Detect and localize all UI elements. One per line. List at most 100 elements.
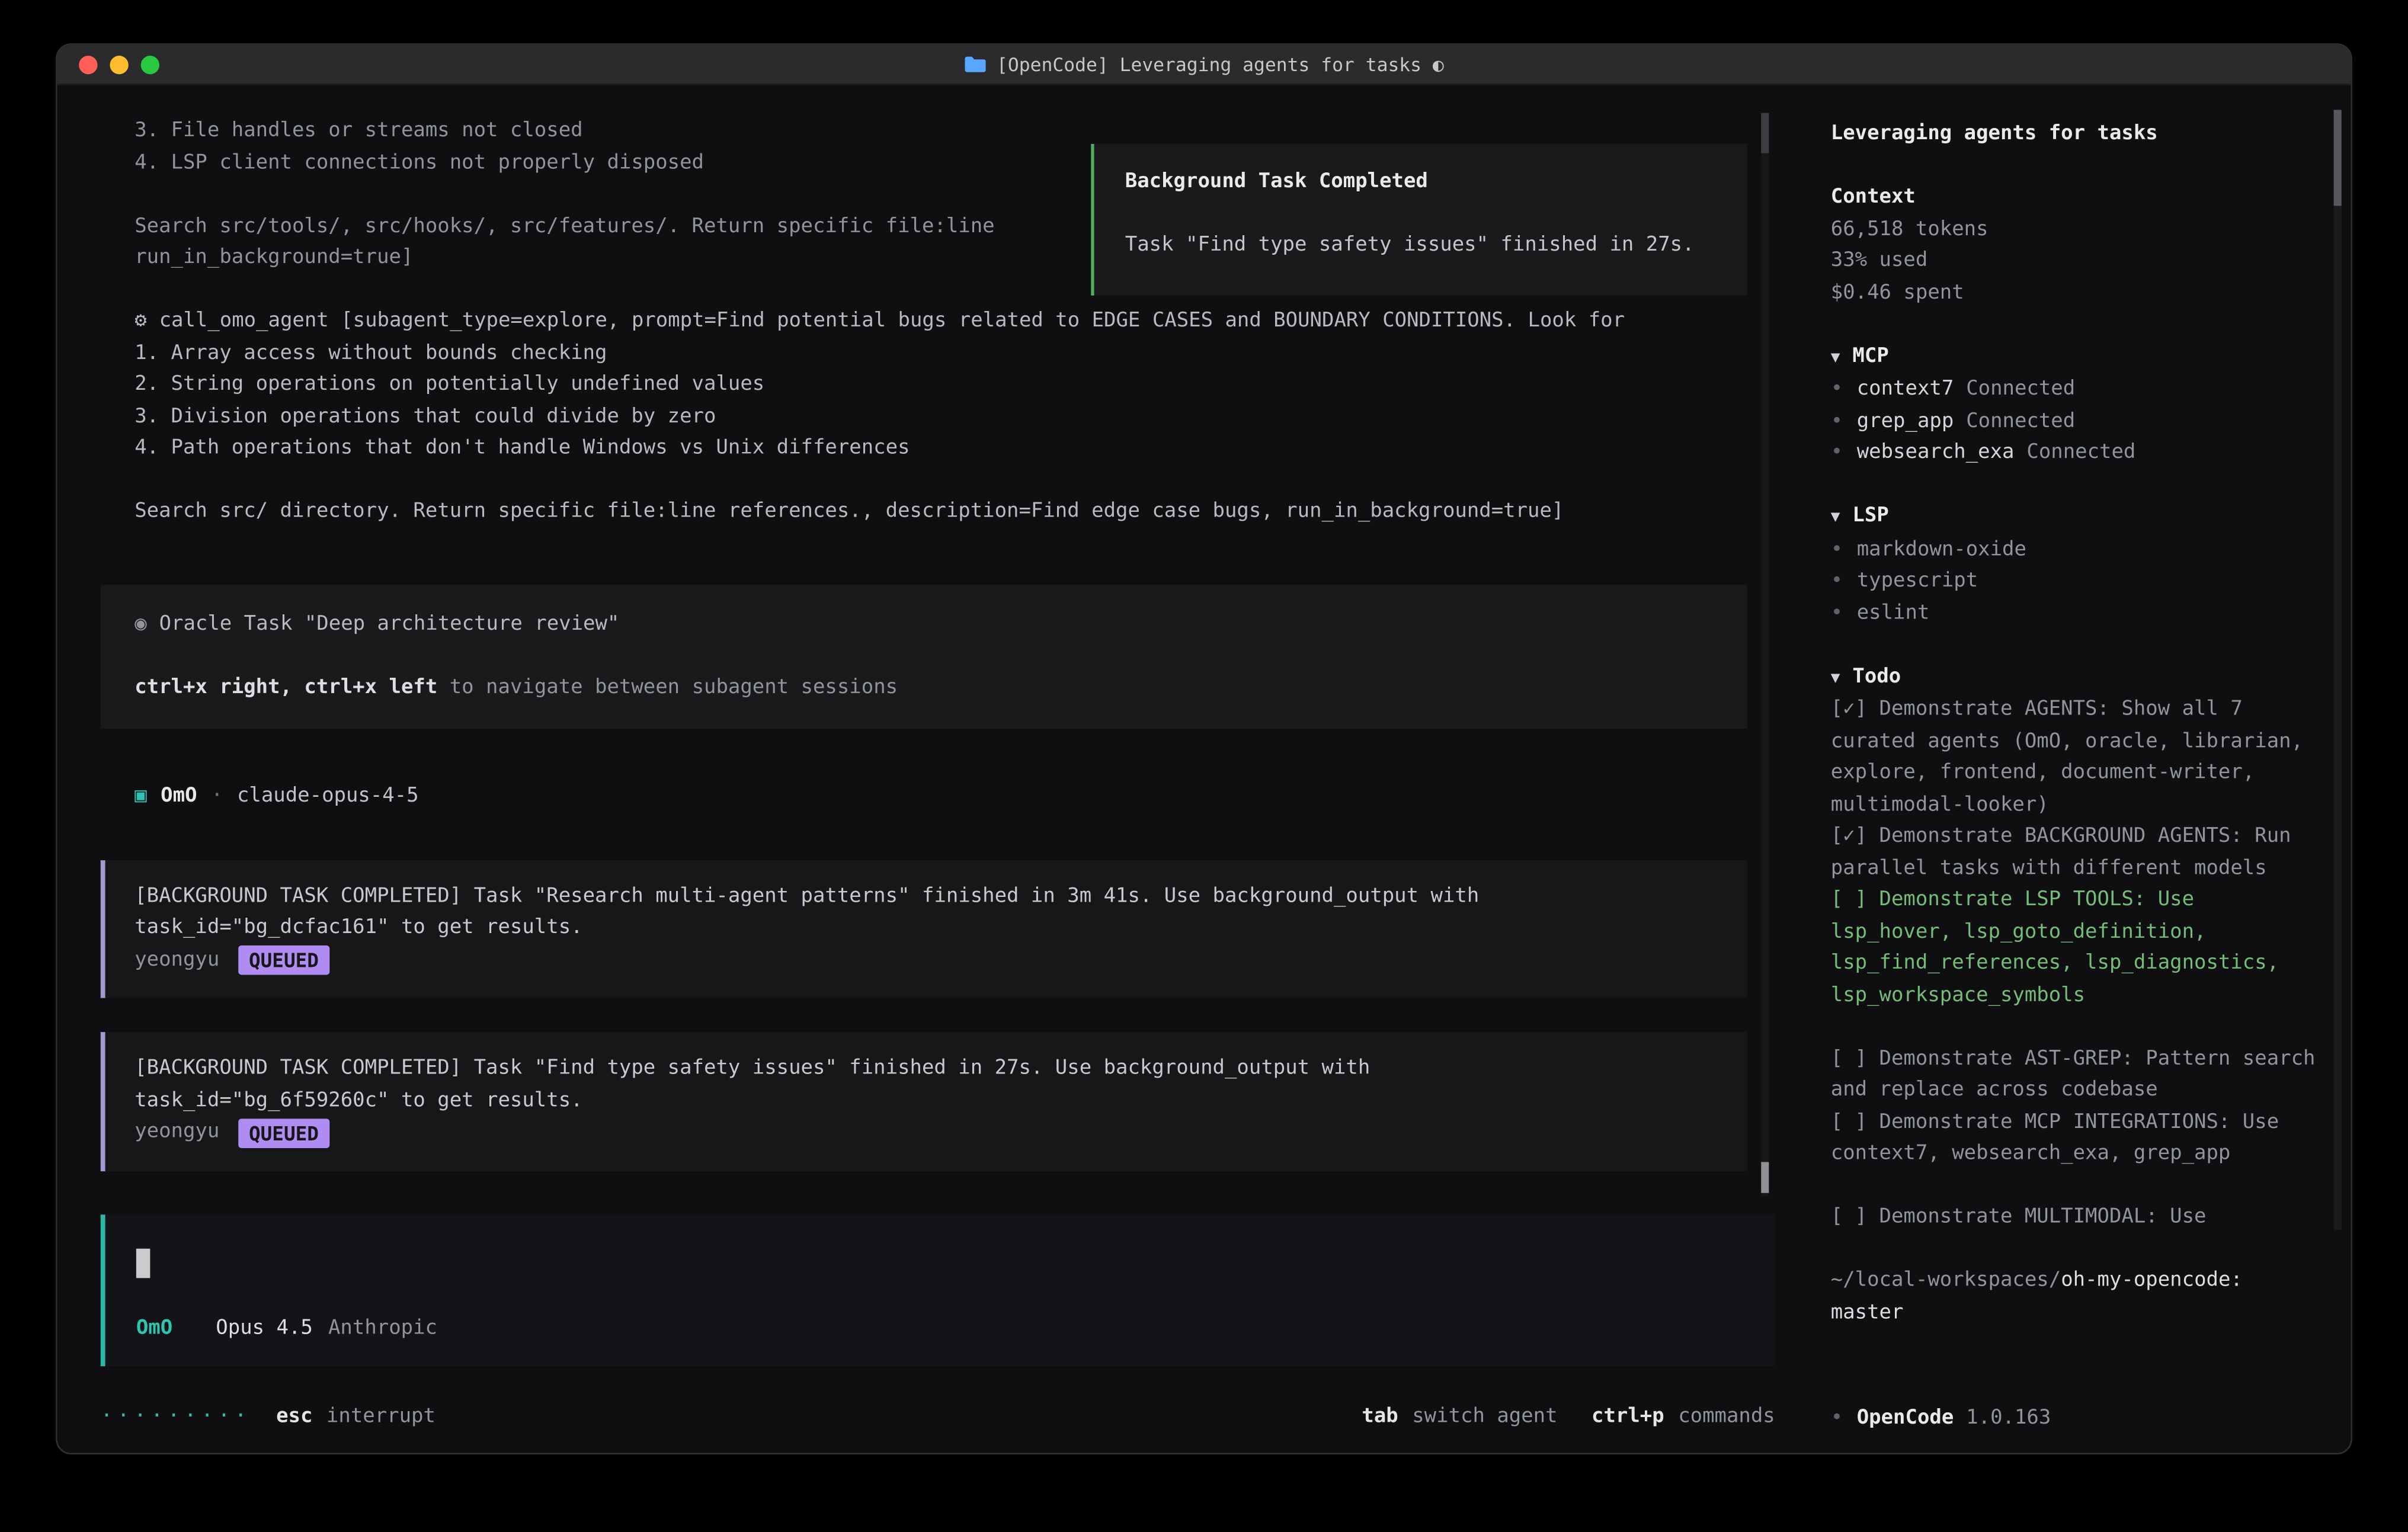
prompt-input[interactable]: OmO Opus 4.5 Anthropic bbox=[101, 1214, 1775, 1366]
todo-item: [ ] Demonstrate MCP INTEGRATIONS: Use co… bbox=[1831, 1107, 2320, 1171]
opencode-version: • OpenCode 1.0.163 bbox=[1831, 1403, 2051, 1435]
agent-checkbox-icon: ▣ bbox=[135, 781, 146, 813]
terminal-line: 3. File handles or streams not closed bbox=[101, 116, 1775, 148]
folder-icon bbox=[964, 56, 986, 73]
bullet-icon: • bbox=[1831, 438, 1843, 470]
tab-key-label: switch agent bbox=[1412, 1402, 1557, 1434]
oracle-hint-line: ctrl+x right, ctrl+x left to navigate be… bbox=[101, 672, 1747, 704]
scrollbar-thumb[interactable] bbox=[1761, 1162, 1769, 1193]
tool-call-item: 3. Division operations that could divide… bbox=[101, 402, 1775, 434]
spacer bbox=[1831, 470, 2320, 502]
session-sidebar: Leveraging agents for tasks Context 66,5… bbox=[1806, 85, 2351, 1453]
queued-badge: QUEUED bbox=[238, 1118, 330, 1148]
task-message-line: [BACKGROUND TASK COMPLETED] Task "Resear… bbox=[135, 881, 1716, 913]
window-title: [OpenCode] Leveraging agents for tasks ◐ bbox=[964, 55, 1444, 73]
minimize-window-button[interactable] bbox=[110, 56, 128, 74]
task-message-line: [BACKGROUND TASK COMPLETED] Task "Find t… bbox=[135, 1054, 1716, 1086]
todo-heading-label: Todo bbox=[1852, 665, 1901, 688]
hint-keys: ctrl+x right, ctrl+x left bbox=[135, 675, 437, 698]
workspace-path: ~/local-workspaces/oh-my-opencode: maste… bbox=[1831, 1265, 2320, 1329]
commands-hint: ctrl+p commands bbox=[1592, 1402, 1775, 1434]
lsp-section-header[interactable]: ▼LSP bbox=[1831, 501, 2320, 534]
mcp-section-header[interactable]: ▼ MCP bbox=[1831, 341, 2320, 374]
scrollbar-track[interactable] bbox=[1761, 113, 1769, 1196]
zoom-window-button[interactable] bbox=[141, 56, 159, 74]
oracle-task-panel: ◉Oracle Task "Deep architecture review" … bbox=[101, 584, 1747, 729]
context-spent: $0.46 spent bbox=[1831, 278, 2320, 310]
record-icon: ◉ bbox=[135, 612, 146, 635]
chevron-down-icon: ▼ bbox=[1831, 669, 1840, 687]
toast-title: Background Task Completed bbox=[1125, 167, 1717, 199]
mcp-item: •websearch_exaConnected bbox=[1831, 438, 2320, 470]
active-agent: OmO bbox=[136, 1313, 172, 1345]
oracle-task-title-text: Oracle Task "Deep architecture review" bbox=[159, 612, 620, 635]
task-message-line: task_id="bg_dcfac161" to get results. bbox=[135, 913, 1716, 945]
tool-call-footer: Search src/ directory. Return specific f… bbox=[101, 496, 1775, 528]
task-meta: yeongyu QUEUED bbox=[135, 1117, 1716, 1149]
active-model: Opus 4.5 bbox=[216, 1313, 313, 1345]
spacer bbox=[1831, 151, 2320, 183]
bullet-icon: • bbox=[1831, 534, 1843, 566]
bullet-icon: • bbox=[1831, 374, 1843, 406]
bullet-icon: • bbox=[1831, 598, 1843, 630]
todo-item: [ ] Demonstrate MULTIMODAL: Use bbox=[1831, 1202, 2320, 1234]
scrollbar-thumb[interactable] bbox=[1761, 113, 1769, 153]
oracle-task-title: ◉ Oracle Task "Deep architecture review" bbox=[101, 609, 1747, 641]
task-user: yeongyu bbox=[135, 945, 219, 977]
context-heading: Context bbox=[1831, 182, 2320, 214]
sidebar-scrollbar-track[interactable] bbox=[2334, 110, 2342, 1230]
todo-item: [✓] Demonstrate BACKGROUND AGENTS: Run p… bbox=[1831, 822, 2320, 885]
tool-call-args: [subagent_type=explore, prompt=Find pote… bbox=[341, 309, 1625, 332]
traffic-lights bbox=[79, 56, 159, 74]
background-task-message: [BACKGROUND TASK COMPLETED] Task "Resear… bbox=[101, 860, 1747, 998]
spacer bbox=[1831, 309, 2320, 341]
session-title: Leveraging agents for tasks bbox=[1831, 119, 2320, 151]
bullet-icon: • bbox=[1831, 406, 1843, 438]
workspace-branch: master bbox=[1831, 1300, 1904, 1323]
queued-badge: QUEUED bbox=[238, 946, 330, 975]
lsp-item: • eslint bbox=[1831, 598, 2320, 630]
bullet-icon: • bbox=[1831, 566, 1843, 598]
model-row: OmO Opus 4.5 Anthropic bbox=[136, 1313, 1744, 1345]
tool-call-line: ⚙ call_omo_agent [subagent_type=explore, … bbox=[101, 306, 1775, 338]
titlebar[interactable]: [OpenCode] Leveraging agents for tasks ◐ bbox=[57, 45, 2351, 85]
lsp-name: typescript bbox=[1857, 566, 1978, 598]
lsp-item: • typescript bbox=[1831, 566, 2320, 598]
task-meta: yeongyu QUEUED bbox=[135, 945, 1716, 977]
task-message-line: task_id="bg_6f59260c" to get results. bbox=[135, 1085, 1716, 1117]
tab-key-hint: tab bbox=[1362, 1402, 1398, 1434]
model-provider: Anthropic bbox=[328, 1313, 437, 1345]
tool-call-name: call_omo_agent bbox=[159, 309, 329, 332]
workspace-path-prefix: ~/local-workspaces/ bbox=[1831, 1269, 2061, 1292]
mcp-status: Connected bbox=[2026, 438, 2135, 470]
opencode-name: OpenCode bbox=[1857, 1403, 1954, 1435]
mcp-item: •grep_appConnected bbox=[1831, 406, 2320, 438]
terminal-blank-line bbox=[101, 465, 1775, 497]
window-title-text: [OpenCode] Leveraging agents for tasks ◐ bbox=[997, 55, 1444, 73]
sidebar-scrollbar-thumb[interactable] bbox=[2334, 110, 2342, 206]
todo-item: [✓] Demonstrate AGENTS: Show all 7 curat… bbox=[1831, 695, 2320, 822]
lsp-name: eslint bbox=[1857, 598, 1930, 630]
lsp-item: • markdown-oxide bbox=[1831, 534, 2320, 566]
chat-pane[interactable]: 3. File handles or streams not closed 4.… bbox=[57, 85, 1806, 1453]
workspace-repo: oh-my-opencode: bbox=[2061, 1269, 2243, 1292]
gear-icon: ⚙ bbox=[135, 309, 146, 332]
chevron-down-icon: ▼ bbox=[1831, 349, 1840, 366]
status-right: tab switch agent ctrl+p commands bbox=[1328, 1402, 1775, 1434]
close-window-button[interactable] bbox=[79, 56, 97, 74]
status-left: ········· esc interrupt bbox=[101, 1402, 436, 1434]
opencode-version-number: 1.0.163 bbox=[1966, 1403, 2051, 1435]
tool-call-item: 4. Path operations that don't handle Win… bbox=[101, 433, 1775, 465]
mcp-status: Connected bbox=[1966, 374, 2075, 406]
ctrlp-key-label: commands bbox=[1678, 1402, 1775, 1434]
agent-separator: · bbox=[211, 781, 223, 813]
esc-key-label: interrupt bbox=[326, 1402, 436, 1434]
mcp-heading-label: MCP bbox=[1852, 344, 1888, 367]
lsp-name: markdown-oxide bbox=[1857, 534, 2026, 566]
chevron-down-icon: ▼ bbox=[1831, 509, 1840, 526]
context-tokens: 66,518 tokens bbox=[1831, 214, 2320, 246]
agent-header: ▣ OmO · claude-opus-4-5 bbox=[101, 781, 1775, 813]
mcp-name: context7 bbox=[1857, 374, 1954, 406]
toast-message: Task "Find type safety issues" finished … bbox=[1125, 230, 1717, 262]
todo-section-header[interactable]: ▼ Todo bbox=[1831, 662, 2320, 695]
